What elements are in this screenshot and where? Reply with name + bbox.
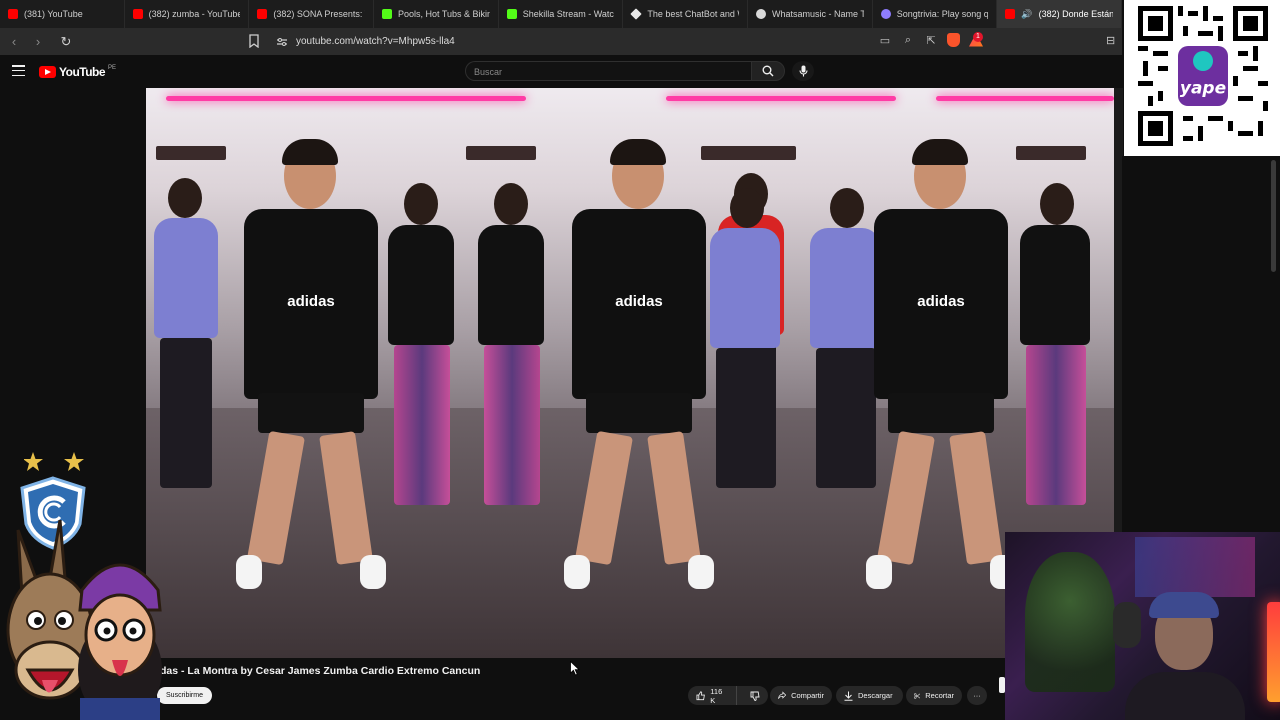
wall-poster bbox=[1135, 537, 1255, 597]
url-field[interactable]: youtube.com/watch?v=Mhpw5s-lla4 bbox=[270, 31, 860, 52]
share-button[interactable]: Compartir bbox=[770, 686, 832, 705]
wall-shelf bbox=[701, 146, 796, 160]
like-count: 116 K bbox=[710, 686, 723, 705]
share-page-icon[interactable]: ⇱ bbox=[924, 33, 938, 47]
lead-instructor: adidas bbox=[236, 139, 386, 603]
page-right-area bbox=[1122, 156, 1280, 532]
browser-tab-active[interactable]: 🔊 (382) Donde Están bbox=[997, 0, 1123, 28]
video-title: das - La Montra by Cesar James Zumba Car… bbox=[160, 665, 481, 677]
share-icon bbox=[778, 691, 787, 699]
search-field bbox=[465, 61, 751, 81]
search-button[interactable] bbox=[751, 61, 785, 81]
club-stars-icon bbox=[24, 452, 84, 471]
bookmark-icon[interactable] bbox=[248, 34, 260, 48]
stream-screen: (381) YouTube (382) zumba - YouTube (382… bbox=[0, 0, 1280, 720]
browser-tab[interactable]: (381) YouTube bbox=[0, 0, 125, 28]
songtrivia-icon bbox=[880, 9, 891, 19]
brave-shields-icon[interactable] bbox=[947, 33, 960, 47]
wall-shelf bbox=[156, 146, 226, 160]
zoom-icon[interactable]: ⌕ bbox=[901, 33, 915, 47]
lead-instructor: adidas bbox=[564, 139, 714, 603]
youtube-icon bbox=[132, 9, 143, 19]
youtube-play-icon bbox=[39, 66, 56, 78]
qr-code-icon: yape bbox=[1138, 6, 1268, 146]
yape-qr-overlay: yape bbox=[1124, 0, 1280, 156]
red-lamp bbox=[1267, 602, 1280, 702]
forward-icon[interactable]: › bbox=[28, 32, 48, 52]
youtube-logo[interactable]: YouTube PE bbox=[39, 65, 116, 79]
youtube-icon bbox=[1005, 9, 1016, 19]
lead-instructor: adidas bbox=[866, 139, 1016, 603]
wall-shelf bbox=[1016, 146, 1086, 160]
yape-logo: yape bbox=[1180, 79, 1226, 99]
page-scrollbar[interactable] bbox=[1271, 160, 1276, 272]
dislike-button[interactable] bbox=[742, 686, 768, 705]
youtube-masthead: YouTube PE bbox=[0, 55, 1122, 87]
microphone-icon bbox=[798, 65, 808, 77]
donkey-mascot-icon bbox=[6, 520, 162, 720]
kick-icon bbox=[382, 9, 393, 19]
browser-tab[interactable]: Pools, Hot Tubs & Bikinis bbox=[374, 0, 499, 28]
background-dancer bbox=[466, 183, 556, 513]
background-dancer bbox=[376, 183, 466, 513]
scissors-icon bbox=[914, 692, 921, 699]
rewards-badge: 1 bbox=[973, 32, 983, 42]
headset bbox=[1113, 602, 1141, 648]
streamer-webcam bbox=[1005, 532, 1280, 720]
audio-playing-icon[interactable]: 🔊 bbox=[1021, 9, 1032, 20]
menu-icon[interactable] bbox=[12, 65, 25, 76]
thumbs-down-icon bbox=[750, 691, 760, 701]
browser-address-bar: ‹ › ↻ youtube.com/watch?v=Mhpw5s-lla4 ▭ … bbox=[0, 28, 1122, 55]
chatbot-icon bbox=[630, 8, 643, 20]
video-player[interactable]: adidas adidas adidas bbox=[146, 88, 1114, 658]
browser-tab[interactable]: Whatsamusic - Name That bbox=[748, 0, 873, 28]
browser-tab[interactable]: (382) zumba - YouTube bbox=[125, 0, 250, 28]
like-button[interactable]: 116 K bbox=[688, 686, 737, 705]
led-strip bbox=[936, 96, 1114, 101]
plant bbox=[1025, 552, 1115, 692]
site-settings-icon[interactable] bbox=[276, 37, 288, 47]
reload-icon[interactable]: ↻ bbox=[56, 32, 76, 52]
back-icon[interactable]: ‹ bbox=[4, 32, 24, 52]
wall-shelf bbox=[466, 146, 536, 160]
voice-search-button[interactable] bbox=[792, 61, 814, 81]
browser-tab[interactable]: The best ChatBot and Wid bbox=[623, 0, 749, 28]
background-dancer bbox=[146, 178, 226, 498]
url-text: youtube.com/watch?v=Mhpw5s-lla4 bbox=[296, 36, 455, 47]
whatsamusic-icon bbox=[756, 9, 767, 19]
browser-tab[interactable]: (382) SONA Presents: TOM bbox=[249, 0, 375, 28]
youtube-icon bbox=[8, 9, 18, 19]
webcam-edge bbox=[999, 677, 1005, 693]
kick-icon bbox=[506, 9, 517, 19]
clip-button[interactable]: Recortar bbox=[906, 686, 962, 705]
search-input[interactable] bbox=[466, 63, 751, 81]
download-icon bbox=[844, 691, 853, 701]
reader-mode-icon[interactable]: ▭ bbox=[878, 33, 892, 47]
search-icon bbox=[762, 65, 774, 77]
shirt-logo: adidas bbox=[917, 293, 965, 310]
shirt-logo: adidas bbox=[615, 293, 663, 310]
shirt-logo: adidas bbox=[287, 293, 335, 310]
led-strip bbox=[666, 96, 896, 101]
browser-tab[interactable]: Songtrivia: Play song quiz bbox=[873, 0, 998, 28]
download-button[interactable]: Descargar bbox=[836, 686, 903, 705]
thumbs-up-icon bbox=[696, 690, 705, 700]
background-dancer bbox=[1006, 183, 1106, 513]
browser-tab[interactable]: Shekilla Stream - Watch Li bbox=[499, 0, 624, 28]
like-dislike-group: 116 K bbox=[688, 686, 768, 705]
sidebar-toggle-icon[interactable]: ⊟ bbox=[1106, 34, 1120, 48]
led-strip bbox=[166, 96, 526, 101]
browser-tab-strip: (381) YouTube (382) zumba - YouTube (382… bbox=[0, 0, 1123, 28]
streamer bbox=[1125, 592, 1245, 720]
more-actions-button[interactable]: ··· bbox=[967, 686, 987, 705]
mouse-cursor-icon bbox=[570, 661, 580, 676]
youtube-icon bbox=[257, 9, 268, 19]
